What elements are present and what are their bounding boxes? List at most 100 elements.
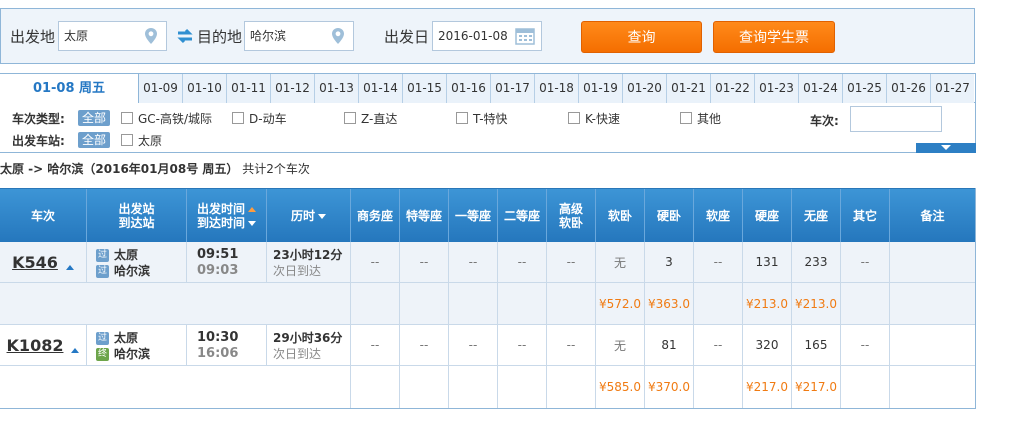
- date-tab[interactable]: 01-15: [403, 74, 447, 103]
- header-sort-arrive[interactable]: 到达时间: [197, 216, 256, 230]
- date-tab[interactable]: 01-18: [535, 74, 579, 103]
- seat-cell: --: [694, 242, 743, 282]
- station-all-badge[interactable]: 全部: [78, 132, 110, 148]
- seat-cell[interactable]: 81: [645, 325, 694, 365]
- from-input[interactable]: 太原: [58, 21, 167, 51]
- date-tab-active[interactable]: 01-08 周五: [0, 74, 139, 103]
- date-tab[interactable]: 01-27: [931, 74, 974, 103]
- date-tab[interactable]: 01-26: [887, 74, 931, 103]
- price-cell: [400, 283, 449, 324]
- seat-cell: --: [498, 325, 547, 365]
- col-soft-sleeper: 软卧: [596, 189, 645, 243]
- search-bar: 出发地 太原 目的地 哈尔滨 出发日 2016-01-08 查询 查询学生票: [0, 8, 975, 64]
- checkbox-d[interactable]: [232, 112, 244, 124]
- route-text: 太原 -> 哈尔滨（2016年01月08号 周五）: [0, 162, 239, 176]
- train-type-all-badge[interactable]: 全部: [78, 110, 110, 126]
- date-tab[interactable]: 01-12: [271, 74, 315, 103]
- checkbox-label: Z-直达: [361, 112, 398, 126]
- price-cell: [498, 366, 547, 408]
- date-tab[interactable]: 01-21: [667, 74, 711, 103]
- seat-cell[interactable]: 131: [743, 242, 792, 282]
- price-cell: [890, 283, 975, 324]
- col-train: 车次: [0, 189, 87, 243]
- seat-cell: --: [449, 242, 498, 282]
- train-type-label: 车次类型:: [12, 112, 65, 126]
- checkbox-t[interactable]: [456, 112, 468, 124]
- train-type-filter: 车次类型: 全部 GC-高铁/城际 D-动车 Z-直达 T-特快 K-快速 其他: [0, 110, 800, 128]
- price-row: ¥572.0 ¥363.0 ¥213.0 ¥213.0: [0, 283, 975, 325]
- header-label: 一等座: [454, 209, 491, 223]
- date-tab[interactable]: 01-24: [799, 74, 843, 103]
- date-tab[interactable]: 01-25: [843, 74, 887, 103]
- price-cell: ¥213.0: [743, 283, 792, 324]
- checkbox-label: T-特快: [473, 112, 508, 126]
- divider: [267, 325, 351, 365]
- divider: [267, 242, 351, 282]
- price-cell: ¥572.0: [596, 283, 645, 324]
- date-input[interactable]: 2016-01-08: [432, 21, 542, 51]
- date-tab[interactable]: 01-10: [183, 74, 227, 103]
- seat-cell[interactable]: 320: [743, 325, 792, 365]
- date-label: 出发日: [384, 28, 430, 46]
- seat-cell: 无: [596, 325, 645, 365]
- price-row-spacer: [0, 366, 351, 408]
- swap-icon[interactable]: [176, 28, 194, 44]
- header-label: 硬座: [754, 209, 779, 223]
- header-label: 出发时间: [196, 202, 245, 216]
- date-tab[interactable]: 01-16: [447, 74, 491, 103]
- checkbox-other[interactable]: [680, 112, 692, 124]
- checkbox-gc[interactable]: [121, 112, 133, 124]
- checkbox-station-taiyuan[interactable]: [121, 134, 133, 146]
- checkbox-z[interactable]: [344, 112, 356, 124]
- date-tab[interactable]: 01-19: [579, 74, 623, 103]
- train-number-cell[interactable]: K1082: [0, 325, 87, 365]
- price-cell: ¥370.0: [645, 366, 694, 408]
- seat-cell: --: [351, 242, 400, 282]
- date-tab[interactable]: 01-17: [491, 74, 535, 103]
- date-tab[interactable]: 01-23: [755, 74, 799, 103]
- price-row: ¥585.0 ¥370.0 ¥217.0 ¥217.0: [0, 366, 975, 408]
- student-ticket-button[interactable]: 查询学生票: [713, 21, 835, 53]
- date-tab[interactable]: 01-14: [359, 74, 403, 103]
- calendar-icon[interactable]: [515, 27, 535, 45]
- seat-cell[interactable]: 233: [792, 242, 841, 282]
- header-label: 高级: [558, 202, 583, 216]
- date-tab[interactable]: 01-13: [315, 74, 359, 103]
- checkbox-k[interactable]: [568, 112, 580, 124]
- train-number-input[interactable]: [850, 106, 942, 132]
- price-cell: [449, 283, 498, 324]
- date-tab[interactable]: 01-20: [623, 74, 667, 103]
- divider: [187, 242, 267, 282]
- train-number-cell[interactable]: K546: [0, 242, 87, 282]
- date-tab[interactable]: 01-11: [227, 74, 271, 103]
- header-sort-depart[interactable]: 出发时间: [197, 202, 256, 216]
- header-label: 硬卧: [656, 209, 681, 223]
- date-tab[interactable]: 01-09: [139, 74, 183, 103]
- divider: [87, 325, 187, 365]
- col-no-seat: 无座: [792, 189, 841, 243]
- price-cell: ¥213.0: [792, 283, 841, 324]
- expand-icon[interactable]: [71, 347, 80, 353]
- seat-cell: --: [498, 242, 547, 282]
- header-label: 出发站: [118, 202, 155, 216]
- price-cell: [694, 366, 743, 408]
- header-label: 商务座: [356, 209, 393, 223]
- date-tab[interactable]: 01-22: [711, 74, 755, 103]
- col-duration[interactable]: 历时: [267, 189, 351, 243]
- seat-cell: --: [400, 325, 449, 365]
- seat-cell: 无: [596, 242, 645, 282]
- expand-icon[interactable]: [65, 264, 74, 270]
- table-row: K1082 过太原 终哈尔滨 10:30 16:06 29小时36分 次日到达 …: [0, 325, 975, 366]
- col-times[interactable]: 出发时间 到达时间: [187, 189, 267, 243]
- seat-cell[interactable]: 3: [645, 242, 694, 282]
- filter-collapse-toggle[interactable]: [916, 143, 976, 153]
- to-input[interactable]: 哈尔滨: [244, 21, 354, 51]
- train-number-link[interactable]: K546: [12, 253, 58, 272]
- seat-cell: --: [694, 325, 743, 365]
- seat-cell[interactable]: 165: [792, 325, 841, 365]
- seat-cell: --: [547, 242, 596, 282]
- price-cell: ¥217.0: [792, 366, 841, 408]
- query-button[interactable]: 查询: [581, 21, 702, 53]
- train-number-link[interactable]: K1082: [7, 336, 64, 355]
- from-label: 出发地: [10, 28, 56, 46]
